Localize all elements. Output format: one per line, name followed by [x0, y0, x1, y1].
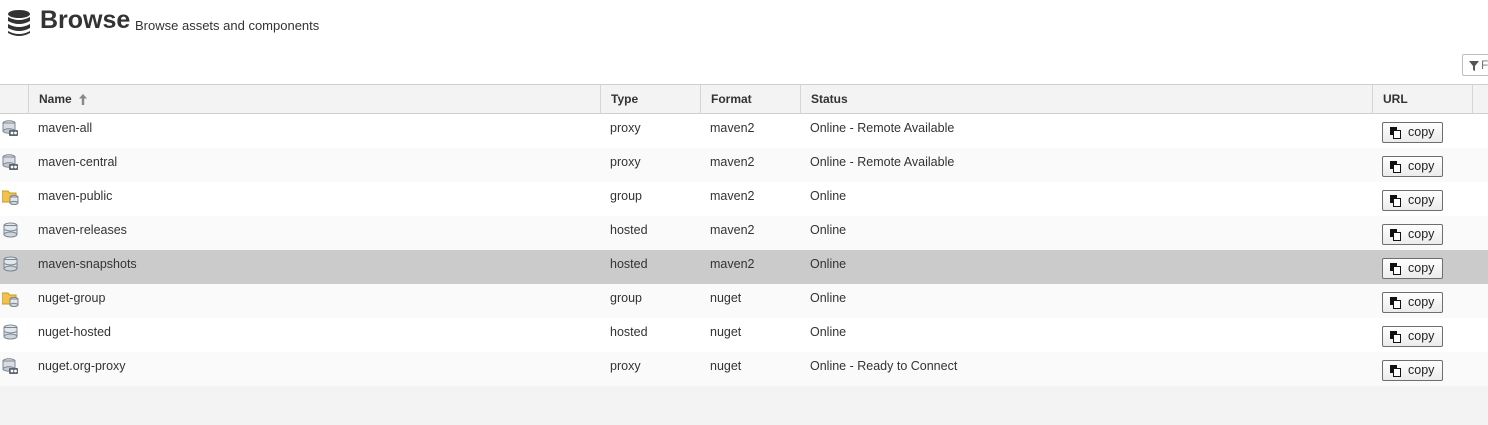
column-header-url[interactable]: URL — [1372, 85, 1472, 114]
copy-icon — [1390, 365, 1401, 377]
table-row[interactable]: maven-public group maven2 Online copy — [0, 182, 1488, 216]
copy-icon — [1390, 331, 1401, 343]
repository-format: nuget — [710, 359, 742, 373]
copy-url-button[interactable]: copy — [1382, 190, 1443, 211]
proxy-repo-icon — [2, 358, 18, 374]
copy-url-button[interactable]: copy — [1382, 292, 1443, 313]
copy-icon — [1390, 263, 1401, 275]
table-row[interactable]: maven-releases hosted maven2 Online copy — [0, 216, 1488, 250]
column-header-name-label: Name — [39, 92, 72, 106]
repository-type: hosted — [610, 223, 648, 237]
copy-url-button[interactable]: copy — [1382, 360, 1443, 381]
repository-status: Online — [810, 257, 847, 271]
group-repo-icon — [2, 292, 19, 307]
repository-format: maven2 — [710, 189, 755, 203]
repository-status: Online — [810, 189, 847, 203]
copy-icon — [1390, 127, 1401, 139]
table-row[interactable]: maven-central proxy maven2 Online - Remote … — [0, 148, 1488, 182]
column-header-format-label: Format — [711, 92, 752, 106]
copy-url-label: copy — [1408, 261, 1435, 275]
repository-format: maven2 — [710, 223, 755, 237]
filter-field[interactable] — [1462, 54, 1488, 76]
column-header-type-label: Type — [611, 92, 639, 106]
repository-name: maven-releases — [38, 223, 127, 237]
repository-status: Online — [810, 291, 847, 305]
filter-icon — [1469, 61, 1479, 71]
copy-url-button[interactable]: copy — [1382, 122, 1443, 143]
repository-status: Online — [810, 223, 847, 237]
copy-icon — [1390, 195, 1401, 207]
repository-format: maven2 — [710, 121, 755, 135]
column-header-status[interactable]: Status — [800, 85, 1372, 114]
copy-url-label: copy — [1408, 125, 1435, 139]
copy-url-button[interactable]: copy — [1382, 224, 1443, 245]
repository-name: maven-all — [38, 121, 93, 135]
copy-url-label: copy — [1408, 159, 1435, 173]
copy-url-label: copy — [1408, 295, 1435, 309]
proxy-repo-icon — [2, 154, 18, 170]
copy-url-label: copy — [1408, 227, 1435, 241]
repository-name: nuget.org-proxy — [38, 359, 126, 373]
page-title: Browse — [40, 6, 131, 34]
table-row[interactable]: maven-all proxy maven2 Online - Remote Avai… — [0, 114, 1488, 148]
repository-name: maven-central — [38, 155, 118, 169]
page-subtitle: Browse assets and components — [135, 18, 320, 33]
database-icon — [8, 10, 30, 36]
repository-name: nuget-hosted — [38, 325, 111, 339]
repository-type: hosted — [610, 257, 648, 271]
filter-input[interactable] — [1481, 57, 1488, 73]
repository-status: Online - Ready to Connect — [810, 359, 958, 373]
column-header-url-label: URL — [1383, 92, 1408, 106]
copy-icon — [1390, 161, 1401, 173]
column-header-type[interactable]: Type — [600, 85, 700, 114]
arrow-up-icon — [79, 94, 88, 106]
repository-type: group — [610, 189, 642, 203]
proxy-repo-icon — [2, 120, 18, 136]
copy-url-button[interactable]: copy — [1382, 156, 1443, 177]
copy-url-button[interactable]: copy — [1382, 258, 1443, 279]
repository-type: proxy — [610, 359, 641, 373]
repository-format: maven2 — [710, 257, 755, 271]
repository-format: maven2 — [710, 155, 755, 169]
column-icon-header — [0, 85, 28, 114]
hosted-repo-icon — [3, 256, 18, 272]
repository-status: Online - Remote Available — [810, 155, 955, 169]
repositories-grid: Name Type Format Status URL maven-all pro… — [0, 84, 1488, 386]
repository-format: nuget — [710, 325, 742, 339]
repository-type: hosted — [610, 325, 648, 339]
repository-type: group — [610, 291, 642, 305]
column-header-spacer — [1472, 85, 1488, 114]
group-repo-icon — [2, 190, 19, 205]
repository-name: nuget-group — [38, 291, 106, 305]
repository-type: proxy — [610, 121, 641, 135]
hosted-repo-icon — [3, 324, 18, 340]
table-row[interactable]: nuget-hosted hosted nuget Online copy — [0, 318, 1488, 352]
repository-name: maven-public — [38, 189, 113, 203]
repository-type: proxy — [610, 155, 641, 169]
repository-status: Online - Remote Available — [810, 121, 955, 135]
repository-status: Online — [810, 325, 847, 339]
column-header-status-label: Status — [811, 92, 848, 106]
column-header-name[interactable]: Name — [28, 85, 600, 114]
column-header-format[interactable]: Format — [700, 85, 800, 114]
table-row[interactable]: nuget-group group nuget Online copy — [0, 284, 1488, 318]
copy-icon — [1390, 229, 1401, 241]
repository-format: nuget — [710, 291, 742, 305]
copy-url-button[interactable]: copy — [1382, 326, 1443, 347]
copy-icon — [1390, 297, 1401, 309]
grid-header: Name Type Format Status URL — [0, 84, 1488, 114]
hosted-repo-icon — [3, 222, 18, 238]
copy-url-label: copy — [1408, 363, 1435, 377]
grid-body: maven-all proxy maven2 Online - Remote Avai… — [0, 114, 1488, 386]
copy-url-label: copy — [1408, 329, 1435, 343]
repository-name: maven-snapshots — [38, 257, 137, 271]
table-row[interactable]: maven-snapshots hosted maven2 Online copy — [0, 250, 1488, 284]
copy-url-label: copy — [1408, 193, 1435, 207]
table-row[interactable]: nuget.org-proxy proxy nuget Online - Ready … — [0, 352, 1488, 386]
page-header: Browse Browse assets and components — [0, 0, 1488, 84]
